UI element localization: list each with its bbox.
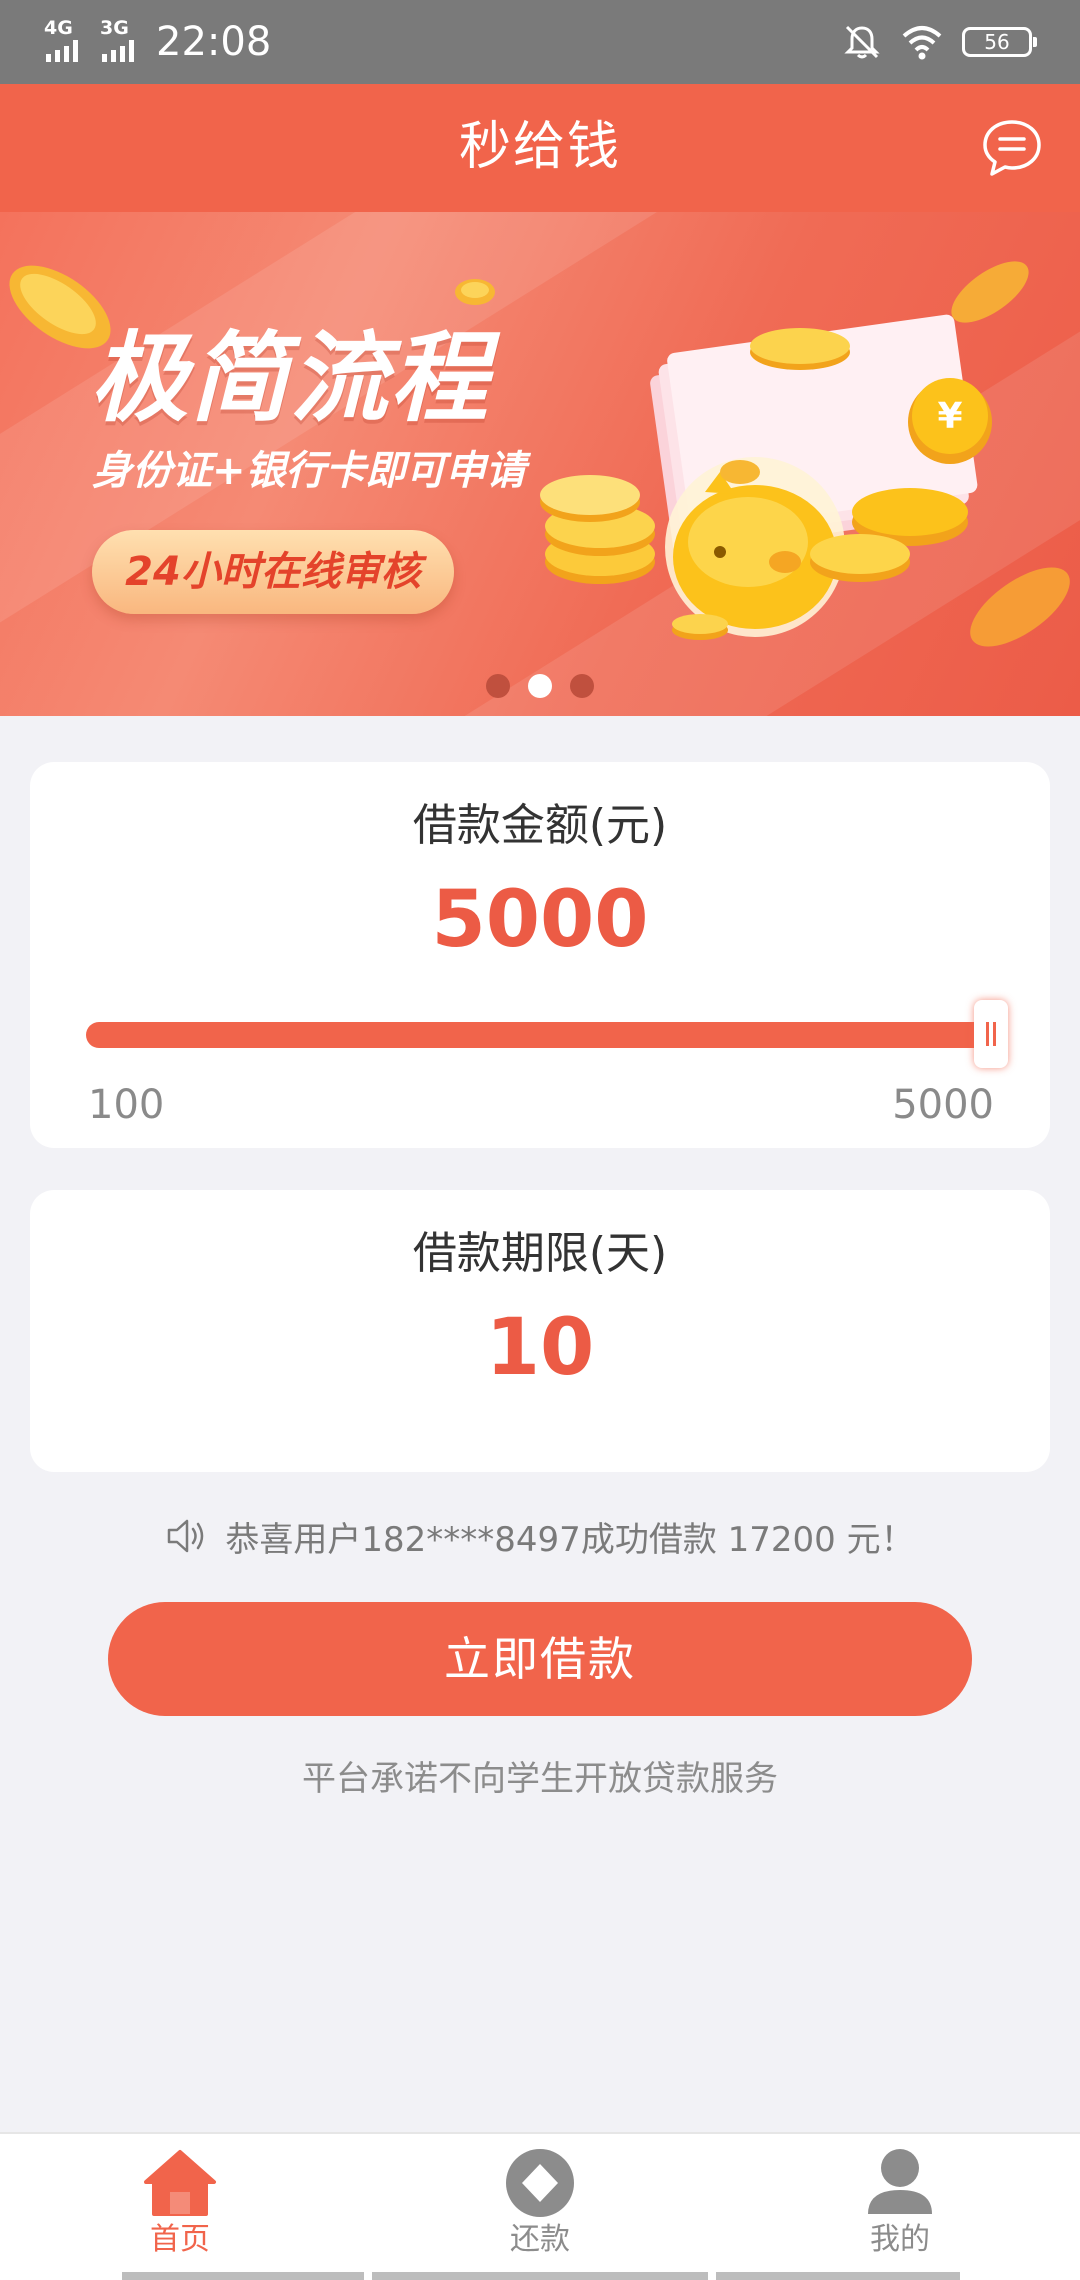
speaker-icon [168, 1519, 204, 1553]
banner-subtitle: 身份证+银行卡即可申请 [92, 448, 526, 494]
status-bar: 4G 3G 22:08 56 [0, 0, 1080, 84]
network-4g-label: 4G [44, 17, 73, 39]
banner-title: 极简流程 [90, 322, 491, 436]
network-3g-label: 3G [100, 17, 129, 39]
slider-min-label: 100 [88, 1082, 165, 1128]
banner-dot[interactable] [486, 674, 510, 698]
coin-icon [455, 279, 495, 305]
page-title: 秒给钱 [458, 117, 621, 177]
gesture-bar [372, 2272, 708, 2280]
loan-amount-value: 5000 [431, 875, 649, 965]
bell-off-icon [844, 25, 880, 59]
signal-4g-icon: 4G [44, 18, 92, 62]
notice-text: 恭喜用户182****8497成功借款 17200 元！ [225, 1519, 915, 1560]
nav-item-repay[interactable]: 还款 [440, 2148, 640, 2268]
nav-label-mine: 我的 [870, 2222, 930, 2257]
banner-dot-active[interactable] [528, 674, 552, 698]
nav-item-home[interactable]: 首页 [80, 2148, 280, 2268]
nav-item-mine[interactable]: 我的 [800, 2148, 1000, 2268]
loan-term-card[interactable]: 借款期限(天) 10 [30, 1190, 1050, 1472]
loan-amount-slider[interactable] [86, 1022, 998, 1048]
app-header: 秒给钱 [0, 84, 1080, 212]
nav-label-home: 首页 [150, 2222, 210, 2257]
piggy-bank-illustration: ¥ [540, 314, 992, 640]
signal-3g-icon: 3G [100, 18, 148, 62]
battery-level: 56 [984, 30, 1010, 54]
battery-icon: 56 [962, 27, 1037, 57]
chat-bubble-icon [983, 120, 1041, 176]
banner-dot[interactable] [570, 674, 594, 698]
bottom-nav: 首页 还款 我的 [0, 2132, 1080, 2280]
gesture-bar [122, 2272, 364, 2280]
nav-label-repay: 还款 [510, 2222, 570, 2257]
slider-max-label: 5000 [892, 1082, 994, 1128]
repay-icon [506, 2149, 574, 2217]
banner-pagination [0, 674, 1080, 698]
user-icon [868, 2149, 932, 2214]
svg-text:¥: ¥ [937, 396, 962, 437]
promo-banner[interactable]: 极简流程 身份证+银行卡即可申请 24小时在线审核 ¥ [0, 212, 1080, 716]
banner-pill: 24小时在线审核 [92, 530, 454, 614]
home-icon [144, 2150, 216, 2216]
loan-term-label: 借款期限(天) [412, 1228, 668, 1279]
slider-handle[interactable] [974, 1000, 1008, 1068]
borrow-now-button[interactable]: 立即借款 [108, 1602, 972, 1716]
gesture-bar [716, 2272, 960, 2280]
loan-amount-label: 借款金额(元) [412, 800, 668, 851]
disclaimer-text: 平台承诺不向学生开放贷款服务 [302, 1759, 778, 1799]
loan-amount-card: 借款金额(元) 5000 100 5000 [30, 762, 1050, 1148]
loan-notice: 恭喜用户182****8497成功借款 17200 元！ [0, 1508, 1080, 1564]
loan-term-value: 10 [485, 1303, 595, 1393]
message-button[interactable] [980, 116, 1044, 180]
wifi-icon [902, 26, 942, 60]
status-time: 22:08 [156, 19, 272, 65]
